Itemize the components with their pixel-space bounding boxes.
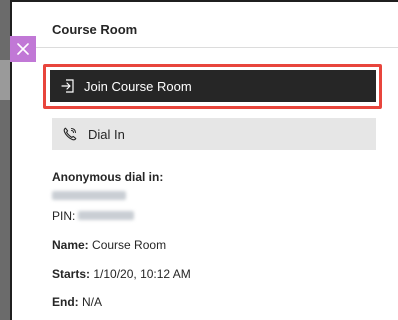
panel-title: Course Room [52, 22, 138, 37]
end-label: End: [52, 295, 79, 309]
dial-in-label: Dial In [88, 126, 125, 142]
phone-icon [62, 126, 78, 142]
dial-in-button[interactable]: Dial In [52, 118, 376, 150]
name-row: Name: Course Room [52, 238, 166, 252]
end-value: N/A [82, 295, 103, 309]
close-icon [17, 43, 29, 55]
highlight-box [43, 64, 382, 109]
redacted-pin [78, 211, 134, 220]
anonymous-dial-in-label: Anonymous dial in: [52, 170, 164, 184]
close-button[interactable] [10, 36, 36, 62]
end-row: End: N/A [52, 295, 102, 309]
name-value: Course Room [92, 238, 167, 252]
name-label: Name: [52, 238, 89, 252]
starts-row: Starts: 1/10/20, 10:12 AM [52, 267, 191, 281]
starts-label: Starts: [52, 267, 91, 281]
pin-label: PIN: [52, 209, 76, 223]
redacted-phone-number [52, 191, 126, 200]
panel-header: Course Room [12, 2, 398, 48]
starts-value: 1/10/20, 10:12 AM [93, 267, 191, 281]
